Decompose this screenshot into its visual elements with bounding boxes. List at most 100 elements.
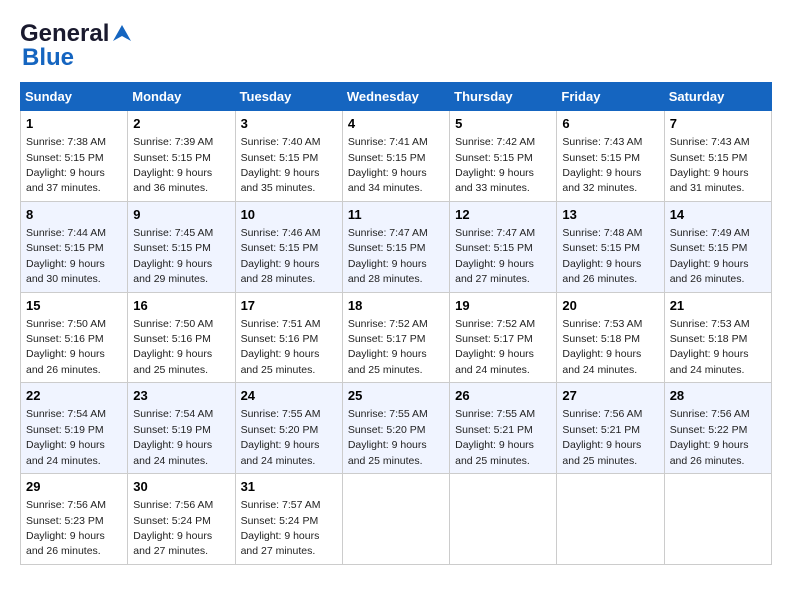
day-info: Sunrise: 7:56 AMSunset: 5:24 PMDaylight:… bbox=[133, 499, 213, 557]
logo-blue: Blue bbox=[22, 44, 74, 72]
day-info: Sunrise: 7:48 AMSunset: 5:15 PMDaylight:… bbox=[562, 227, 642, 285]
calendar-week: 29 Sunrise: 7:56 AMSunset: 5:23 PMDaylig… bbox=[21, 474, 772, 565]
calendar-day bbox=[342, 474, 449, 565]
logo: General Blue bbox=[20, 20, 133, 72]
calendar-week: 15 Sunrise: 7:50 AMSunset: 5:16 PMDaylig… bbox=[21, 292, 772, 383]
day-number: 26 bbox=[455, 387, 551, 405]
calendar-day: 20 Sunrise: 7:53 AMSunset: 5:18 PMDaylig… bbox=[557, 292, 664, 383]
day-info: Sunrise: 7:51 AMSunset: 5:16 PMDaylight:… bbox=[241, 318, 321, 376]
day-info: Sunrise: 7:56 AMSunset: 5:22 PMDaylight:… bbox=[670, 408, 750, 466]
day-number: 4 bbox=[348, 115, 444, 133]
page-header: General Blue bbox=[20, 20, 772, 72]
day-info: Sunrise: 7:54 AMSunset: 5:19 PMDaylight:… bbox=[26, 408, 106, 466]
calendar-day: 19 Sunrise: 7:52 AMSunset: 5:17 PMDaylig… bbox=[450, 292, 557, 383]
day-number: 22 bbox=[26, 387, 122, 405]
logo-icon bbox=[111, 23, 133, 45]
calendar-day: 31 Sunrise: 7:57 AMSunset: 5:24 PMDaylig… bbox=[235, 474, 342, 565]
calendar-header: SundayMondayTuesdayWednesdayThursdayFrid… bbox=[21, 83, 772, 111]
day-number: 28 bbox=[670, 387, 766, 405]
calendar-day: 26 Sunrise: 7:55 AMSunset: 5:21 PMDaylig… bbox=[450, 383, 557, 474]
day-number: 8 bbox=[26, 206, 122, 224]
calendar-day: 12 Sunrise: 7:47 AMSunset: 5:15 PMDaylig… bbox=[450, 201, 557, 292]
calendar-day: 2 Sunrise: 7:39 AMSunset: 5:15 PMDayligh… bbox=[128, 111, 235, 202]
day-info: Sunrise: 7:43 AMSunset: 5:15 PMDaylight:… bbox=[562, 136, 642, 194]
day-number: 27 bbox=[562, 387, 658, 405]
weekday-header: Wednesday bbox=[342, 83, 449, 111]
day-info: Sunrise: 7:39 AMSunset: 5:15 PMDaylight:… bbox=[133, 136, 213, 194]
day-number: 20 bbox=[562, 297, 658, 315]
day-number: 21 bbox=[670, 297, 766, 315]
day-number: 24 bbox=[241, 387, 337, 405]
calendar-day bbox=[664, 474, 771, 565]
day-number: 7 bbox=[670, 115, 766, 133]
calendar-day: 1 Sunrise: 7:38 AMSunset: 5:15 PMDayligh… bbox=[21, 111, 128, 202]
day-info: Sunrise: 7:55 AMSunset: 5:20 PMDaylight:… bbox=[241, 408, 321, 466]
calendar-day bbox=[450, 474, 557, 565]
day-number: 25 bbox=[348, 387, 444, 405]
calendar-day: 28 Sunrise: 7:56 AMSunset: 5:22 PMDaylig… bbox=[664, 383, 771, 474]
calendar-day: 11 Sunrise: 7:47 AMSunset: 5:15 PMDaylig… bbox=[342, 201, 449, 292]
calendar-day: 18 Sunrise: 7:52 AMSunset: 5:17 PMDaylig… bbox=[342, 292, 449, 383]
day-info: Sunrise: 7:44 AMSunset: 5:15 PMDaylight:… bbox=[26, 227, 106, 285]
calendar-day: 27 Sunrise: 7:56 AMSunset: 5:21 PMDaylig… bbox=[557, 383, 664, 474]
day-info: Sunrise: 7:55 AMSunset: 5:21 PMDaylight:… bbox=[455, 408, 535, 466]
calendar-day: 4 Sunrise: 7:41 AMSunset: 5:15 PMDayligh… bbox=[342, 111, 449, 202]
weekday-header: Tuesday bbox=[235, 83, 342, 111]
day-info: Sunrise: 7:47 AMSunset: 5:15 PMDaylight:… bbox=[348, 227, 428, 285]
calendar-day: 8 Sunrise: 7:44 AMSunset: 5:15 PMDayligh… bbox=[21, 201, 128, 292]
day-info: Sunrise: 7:47 AMSunset: 5:15 PMDaylight:… bbox=[455, 227, 535, 285]
day-info: Sunrise: 7:55 AMSunset: 5:20 PMDaylight:… bbox=[348, 408, 428, 466]
calendar-day: 17 Sunrise: 7:51 AMSunset: 5:16 PMDaylig… bbox=[235, 292, 342, 383]
day-number: 18 bbox=[348, 297, 444, 315]
calendar-day: 10 Sunrise: 7:46 AMSunset: 5:15 PMDaylig… bbox=[235, 201, 342, 292]
weekday-header: Sunday bbox=[21, 83, 128, 111]
day-number: 6 bbox=[562, 115, 658, 133]
calendar-day: 5 Sunrise: 7:42 AMSunset: 5:15 PMDayligh… bbox=[450, 111, 557, 202]
calendar-day: 6 Sunrise: 7:43 AMSunset: 5:15 PMDayligh… bbox=[557, 111, 664, 202]
day-number: 31 bbox=[241, 478, 337, 496]
day-info: Sunrise: 7:53 AMSunset: 5:18 PMDaylight:… bbox=[562, 318, 642, 376]
day-info: Sunrise: 7:52 AMSunset: 5:17 PMDaylight:… bbox=[348, 318, 428, 376]
day-info: Sunrise: 7:57 AMSunset: 5:24 PMDaylight:… bbox=[241, 499, 321, 557]
day-number: 15 bbox=[26, 297, 122, 315]
calendar-day: 29 Sunrise: 7:56 AMSunset: 5:23 PMDaylig… bbox=[21, 474, 128, 565]
calendar-week: 1 Sunrise: 7:38 AMSunset: 5:15 PMDayligh… bbox=[21, 111, 772, 202]
day-info: Sunrise: 7:38 AMSunset: 5:15 PMDaylight:… bbox=[26, 136, 106, 194]
day-number: 29 bbox=[26, 478, 122, 496]
calendar-week: 8 Sunrise: 7:44 AMSunset: 5:15 PMDayligh… bbox=[21, 201, 772, 292]
calendar-day: 7 Sunrise: 7:43 AMSunset: 5:15 PMDayligh… bbox=[664, 111, 771, 202]
day-info: Sunrise: 7:49 AMSunset: 5:15 PMDaylight:… bbox=[670, 227, 750, 285]
calendar-table: SundayMondayTuesdayWednesdayThursdayFrid… bbox=[20, 82, 772, 565]
day-number: 9 bbox=[133, 206, 229, 224]
day-number: 14 bbox=[670, 206, 766, 224]
day-info: Sunrise: 7:50 AMSunset: 5:16 PMDaylight:… bbox=[133, 318, 213, 376]
day-number: 11 bbox=[348, 206, 444, 224]
calendar-day: 23 Sunrise: 7:54 AMSunset: 5:19 PMDaylig… bbox=[128, 383, 235, 474]
day-info: Sunrise: 7:50 AMSunset: 5:16 PMDaylight:… bbox=[26, 318, 106, 376]
calendar-day: 14 Sunrise: 7:49 AMSunset: 5:15 PMDaylig… bbox=[664, 201, 771, 292]
weekday-header: Thursday bbox=[450, 83, 557, 111]
day-number: 2 bbox=[133, 115, 229, 133]
day-number: 3 bbox=[241, 115, 337, 133]
calendar-day: 3 Sunrise: 7:40 AMSunset: 5:15 PMDayligh… bbox=[235, 111, 342, 202]
day-info: Sunrise: 7:56 AMSunset: 5:21 PMDaylight:… bbox=[562, 408, 642, 466]
day-info: Sunrise: 7:41 AMSunset: 5:15 PMDaylight:… bbox=[348, 136, 428, 194]
day-info: Sunrise: 7:45 AMSunset: 5:15 PMDaylight:… bbox=[133, 227, 213, 285]
weekday-header: Monday bbox=[128, 83, 235, 111]
day-info: Sunrise: 7:40 AMSunset: 5:15 PMDaylight:… bbox=[241, 136, 321, 194]
day-info: Sunrise: 7:42 AMSunset: 5:15 PMDaylight:… bbox=[455, 136, 535, 194]
day-info: Sunrise: 7:53 AMSunset: 5:18 PMDaylight:… bbox=[670, 318, 750, 376]
day-number: 10 bbox=[241, 206, 337, 224]
calendar-day: 15 Sunrise: 7:50 AMSunset: 5:16 PMDaylig… bbox=[21, 292, 128, 383]
day-number: 5 bbox=[455, 115, 551, 133]
day-number: 17 bbox=[241, 297, 337, 315]
day-info: Sunrise: 7:46 AMSunset: 5:15 PMDaylight:… bbox=[241, 227, 321, 285]
day-number: 16 bbox=[133, 297, 229, 315]
calendar-day: 25 Sunrise: 7:55 AMSunset: 5:20 PMDaylig… bbox=[342, 383, 449, 474]
calendar-day: 22 Sunrise: 7:54 AMSunset: 5:19 PMDaylig… bbox=[21, 383, 128, 474]
day-number: 1 bbox=[26, 115, 122, 133]
day-info: Sunrise: 7:52 AMSunset: 5:17 PMDaylight:… bbox=[455, 318, 535, 376]
day-info: Sunrise: 7:43 AMSunset: 5:15 PMDaylight:… bbox=[670, 136, 750, 194]
day-number: 12 bbox=[455, 206, 551, 224]
calendar-day: 30 Sunrise: 7:56 AMSunset: 5:24 PMDaylig… bbox=[128, 474, 235, 565]
